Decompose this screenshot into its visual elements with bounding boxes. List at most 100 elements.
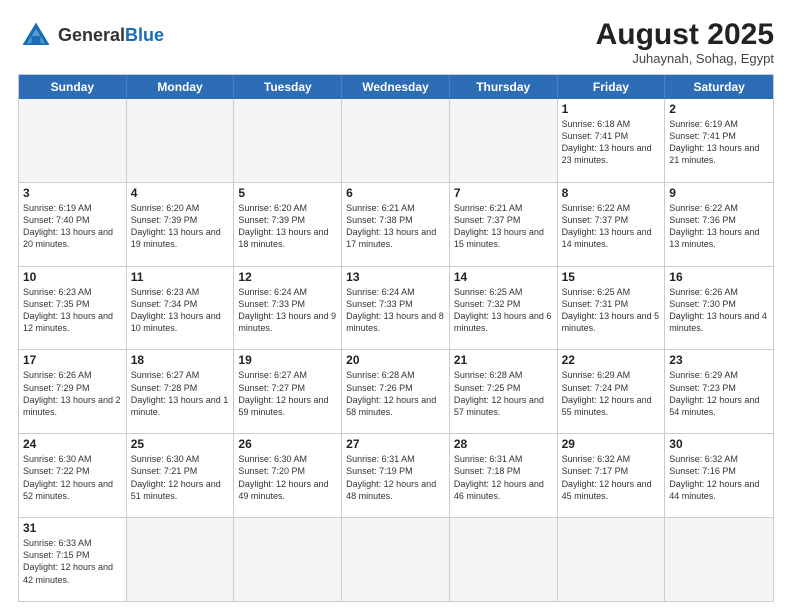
week-row-3: 17 Sunrise: 6:26 AM Sunset: 7:29 PM Dayli… [19,349,773,433]
cal-cell-2-1: 11 Sunrise: 6:23 AM Sunset: 7:34 PM Dayli… [127,267,235,350]
cal-cell-5-2 [234,518,342,601]
cal-cell-1-0: 3Sunrise: 6:19 AM Sunset: 7:40 PM Daylig… [19,183,127,266]
logo-text: GeneralBlue [58,26,164,46]
cal-cell-4-6: 30Sunrise: 6:32 AM Sunset: 7:16 PM Dayli… [665,434,773,517]
day-num-16: 16 [669,270,769,284]
logo: GeneralBlue [18,18,164,54]
day-info-2: Sunrise: 6:19 AM Sunset: 7:41 PM Dayligh… [669,118,769,167]
day-num-8: 8 [562,186,661,200]
header-saturday: Saturday [665,75,773,99]
day-num-17: 17 [23,353,122,367]
day-info-8: Sunrise: 6:22 AM Sunset: 7:37 PM Dayligh… [562,202,661,251]
day-info-18: Sunrise: 6:27 AM Sunset: 7:28 PM Dayligh… [131,369,230,418]
day-num-21: 21 [454,353,553,367]
header-tuesday: Tuesday [234,75,342,99]
day-num-12: 12 [238,270,337,284]
day-info-29: Sunrise: 6:32 AM Sunset: 7:17 PM Dayligh… [562,453,661,502]
cal-cell-5-6 [665,518,773,601]
day-num-2: 2 [669,102,769,116]
cal-cell-0-2 [234,99,342,182]
day-info-12: Sunrise: 6:24 AM Sunset: 7:33 PM Dayligh… [238,286,337,335]
day-info-28: Sunrise: 6:31 AM Sunset: 7:18 PM Dayligh… [454,453,553,502]
day-info-1: Sunrise: 6:18 AM Sunset: 7:41 PM Dayligh… [562,118,661,167]
day-info-30: Sunrise: 6:32 AM Sunset: 7:16 PM Dayligh… [669,453,769,502]
cal-cell-2-6: 16Sunrise: 6:26 AM Sunset: 7:30 PM Dayli… [665,267,773,350]
day-num-28: 28 [454,437,553,451]
week-row-2: 10Sunrise: 6:23 AM Sunset: 7:35 PM Dayli… [19,266,773,350]
day-info-7: Sunrise: 6:21 AM Sunset: 7:37 PM Dayligh… [454,202,553,251]
day-num-14: 14 [454,270,553,284]
cal-cell-4-3: 27 Sunrise: 6:31 AM Sunset: 7:19 PM Dayli… [342,434,450,517]
day-info-19: Sunrise: 6:27 AM Sunset: 7:27 PM Dayligh… [238,369,337,418]
calendar: Sunday Monday Tuesday Wednesday Thursday… [18,74,774,602]
calendar-body: 1Sunrise: 6:18 AM Sunset: 7:41 PM Daylig… [19,99,773,601]
cal-cell-3-3: 20 Sunrise: 6:28 AM Sunset: 7:26 PM Dayli… [342,350,450,433]
day-info-11: Sunrise: 6:23 AM Sunset: 7:34 PM Dayligh… [131,286,230,335]
cal-cell-5-4 [450,518,558,601]
day-num-24: 24 [23,437,122,451]
day-info-27: Sunrise: 6:31 AM Sunset: 7:19 PM Dayligh… [346,453,445,502]
cal-cell-2-0: 10Sunrise: 6:23 AM Sunset: 7:35 PM Dayli… [19,267,127,350]
cal-cell-3-6: 23 Sunrise: 6:29 AM Sunset: 7:23 PM Dayli… [665,350,773,433]
cal-cell-1-1: 4 Sunrise: 6:20 AM Sunset: 7:39 PM Daylig… [127,183,235,266]
day-num-27: 27 [346,437,445,451]
cal-cell-4-0: 24 Sunrise: 6:30 AM Sunset: 7:22 PM Dayli… [19,434,127,517]
title-block: August 2025 Juhaynah, Sohag, Egypt [596,18,774,66]
day-info-14: Sunrise: 6:25 AM Sunset: 7:32 PM Dayligh… [454,286,553,335]
cal-cell-0-3 [342,99,450,182]
day-info-4: Sunrise: 6:20 AM Sunset: 7:39 PM Dayligh… [131,202,230,251]
week-row-5: 31Sunrise: 6:33 AM Sunset: 7:15 PM Dayli… [19,517,773,601]
cal-cell-3-2: 19 Sunrise: 6:27 AM Sunset: 7:27 PM Dayli… [234,350,342,433]
day-info-24: Sunrise: 6:30 AM Sunset: 7:22 PM Dayligh… [23,453,122,502]
day-info-9: Sunrise: 6:22 AM Sunset: 7:36 PM Dayligh… [669,202,769,251]
cal-cell-5-3 [342,518,450,601]
header: GeneralBlue August 2025 Juhaynah, Sohag,… [18,18,774,66]
day-num-11: 11 [131,270,230,284]
week-row-4: 24 Sunrise: 6:30 AM Sunset: 7:22 PM Dayli… [19,433,773,517]
header-monday: Monday [127,75,235,99]
day-num-3: 3 [23,186,122,200]
day-num-19: 19 [238,353,337,367]
calendar-header-row: Sunday Monday Tuesday Wednesday Thursday… [19,75,773,99]
day-info-5: Sunrise: 6:20 AM Sunset: 7:39 PM Dayligh… [238,202,337,251]
cal-cell-1-3: 6 Sunrise: 6:21 AM Sunset: 7:38 PM Daylig… [342,183,450,266]
day-info-26: Sunrise: 6:30 AM Sunset: 7:20 PM Dayligh… [238,453,337,502]
week-row-1: 3Sunrise: 6:19 AM Sunset: 7:40 PM Daylig… [19,182,773,266]
day-num-7: 7 [454,186,553,200]
day-info-22: Sunrise: 6:29 AM Sunset: 7:24 PM Dayligh… [562,369,661,418]
day-info-21: Sunrise: 6:28 AM Sunset: 7:25 PM Dayligh… [454,369,553,418]
page: GeneralBlue August 2025 Juhaynah, Sohag,… [0,0,792,612]
cal-cell-3-4: 21 Sunrise: 6:28 AM Sunset: 7:25 PM Dayli… [450,350,558,433]
cal-cell-5-0: 31Sunrise: 6:33 AM Sunset: 7:15 PM Dayli… [19,518,127,601]
day-info-13: Sunrise: 6:24 AM Sunset: 7:33 PM Dayligh… [346,286,445,335]
cal-cell-4-1: 25Sunrise: 6:30 AM Sunset: 7:21 PM Dayli… [127,434,235,517]
week-row-0: 1Sunrise: 6:18 AM Sunset: 7:41 PM Daylig… [19,99,773,182]
day-info-25: Sunrise: 6:30 AM Sunset: 7:21 PM Dayligh… [131,453,230,502]
day-num-15: 15 [562,270,661,284]
calendar-subtitle: Juhaynah, Sohag, Egypt [596,51,774,66]
day-num-26: 26 [238,437,337,451]
cal-cell-2-2: 12 Sunrise: 6:24 AM Sunset: 7:33 PM Dayli… [234,267,342,350]
day-num-10: 10 [23,270,122,284]
header-wednesday: Wednesday [342,75,450,99]
day-num-4: 4 [131,186,230,200]
day-info-6: Sunrise: 6:21 AM Sunset: 7:38 PM Dayligh… [346,202,445,251]
day-info-17: Sunrise: 6:26 AM Sunset: 7:29 PM Dayligh… [23,369,122,418]
day-num-22: 22 [562,353,661,367]
day-info-20: Sunrise: 6:28 AM Sunset: 7:26 PM Dayligh… [346,369,445,418]
day-num-5: 5 [238,186,337,200]
cal-cell-2-4: 14 Sunrise: 6:25 AM Sunset: 7:32 PM Dayli… [450,267,558,350]
cal-cell-4-5: 29Sunrise: 6:32 AM Sunset: 7:17 PM Dayli… [558,434,666,517]
day-num-20: 20 [346,353,445,367]
day-num-23: 23 [669,353,769,367]
cal-cell-2-3: 13 Sunrise: 6:24 AM Sunset: 7:33 PM Dayli… [342,267,450,350]
cal-cell-4-2: 26 Sunrise: 6:30 AM Sunset: 7:20 PM Dayli… [234,434,342,517]
day-num-6: 6 [346,186,445,200]
day-info-31: Sunrise: 6:33 AM Sunset: 7:15 PM Dayligh… [23,537,122,586]
cal-cell-1-4: 7 Sunrise: 6:21 AM Sunset: 7:37 PM Daylig… [450,183,558,266]
day-info-23: Sunrise: 6:29 AM Sunset: 7:23 PM Dayligh… [669,369,769,418]
cal-cell-2-5: 15Sunrise: 6:25 AM Sunset: 7:31 PM Dayli… [558,267,666,350]
day-num-13: 13 [346,270,445,284]
header-sunday: Sunday [19,75,127,99]
cal-cell-3-1: 18Sunrise: 6:27 AM Sunset: 7:28 PM Dayli… [127,350,235,433]
